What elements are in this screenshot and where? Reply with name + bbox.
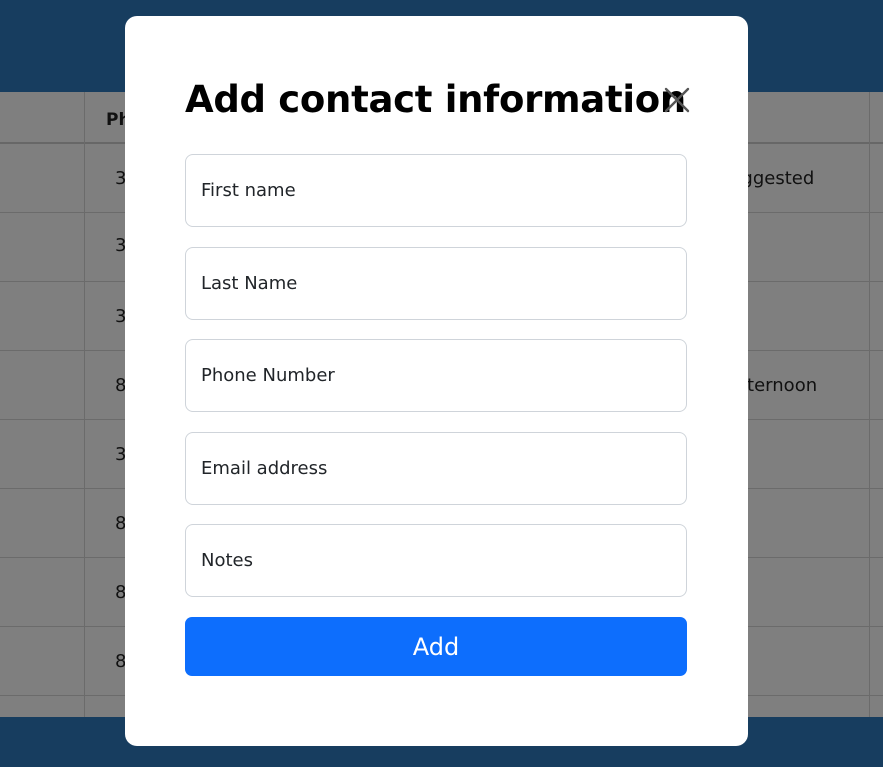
phone-number-field[interactable] bbox=[186, 340, 686, 411]
first-name-field-container bbox=[185, 154, 687, 227]
add-contact-modal: Add contact information Add bbox=[125, 16, 748, 746]
modal-title: Add contact information bbox=[185, 78, 686, 121]
notes-field-container bbox=[185, 524, 687, 597]
close-icon bbox=[664, 87, 690, 113]
first-name-field[interactable] bbox=[186, 155, 686, 226]
phone-number-field-container bbox=[185, 339, 687, 412]
last-name-field[interactable] bbox=[186, 248, 686, 319]
close-button[interactable] bbox=[663, 86, 691, 114]
email-address-field[interactable] bbox=[186, 433, 686, 504]
email-address-field-container bbox=[185, 432, 687, 505]
add-button[interactable]: Add bbox=[185, 617, 687, 676]
notes-field[interactable] bbox=[186, 525, 686, 596]
last-name-field-container bbox=[185, 247, 687, 320]
